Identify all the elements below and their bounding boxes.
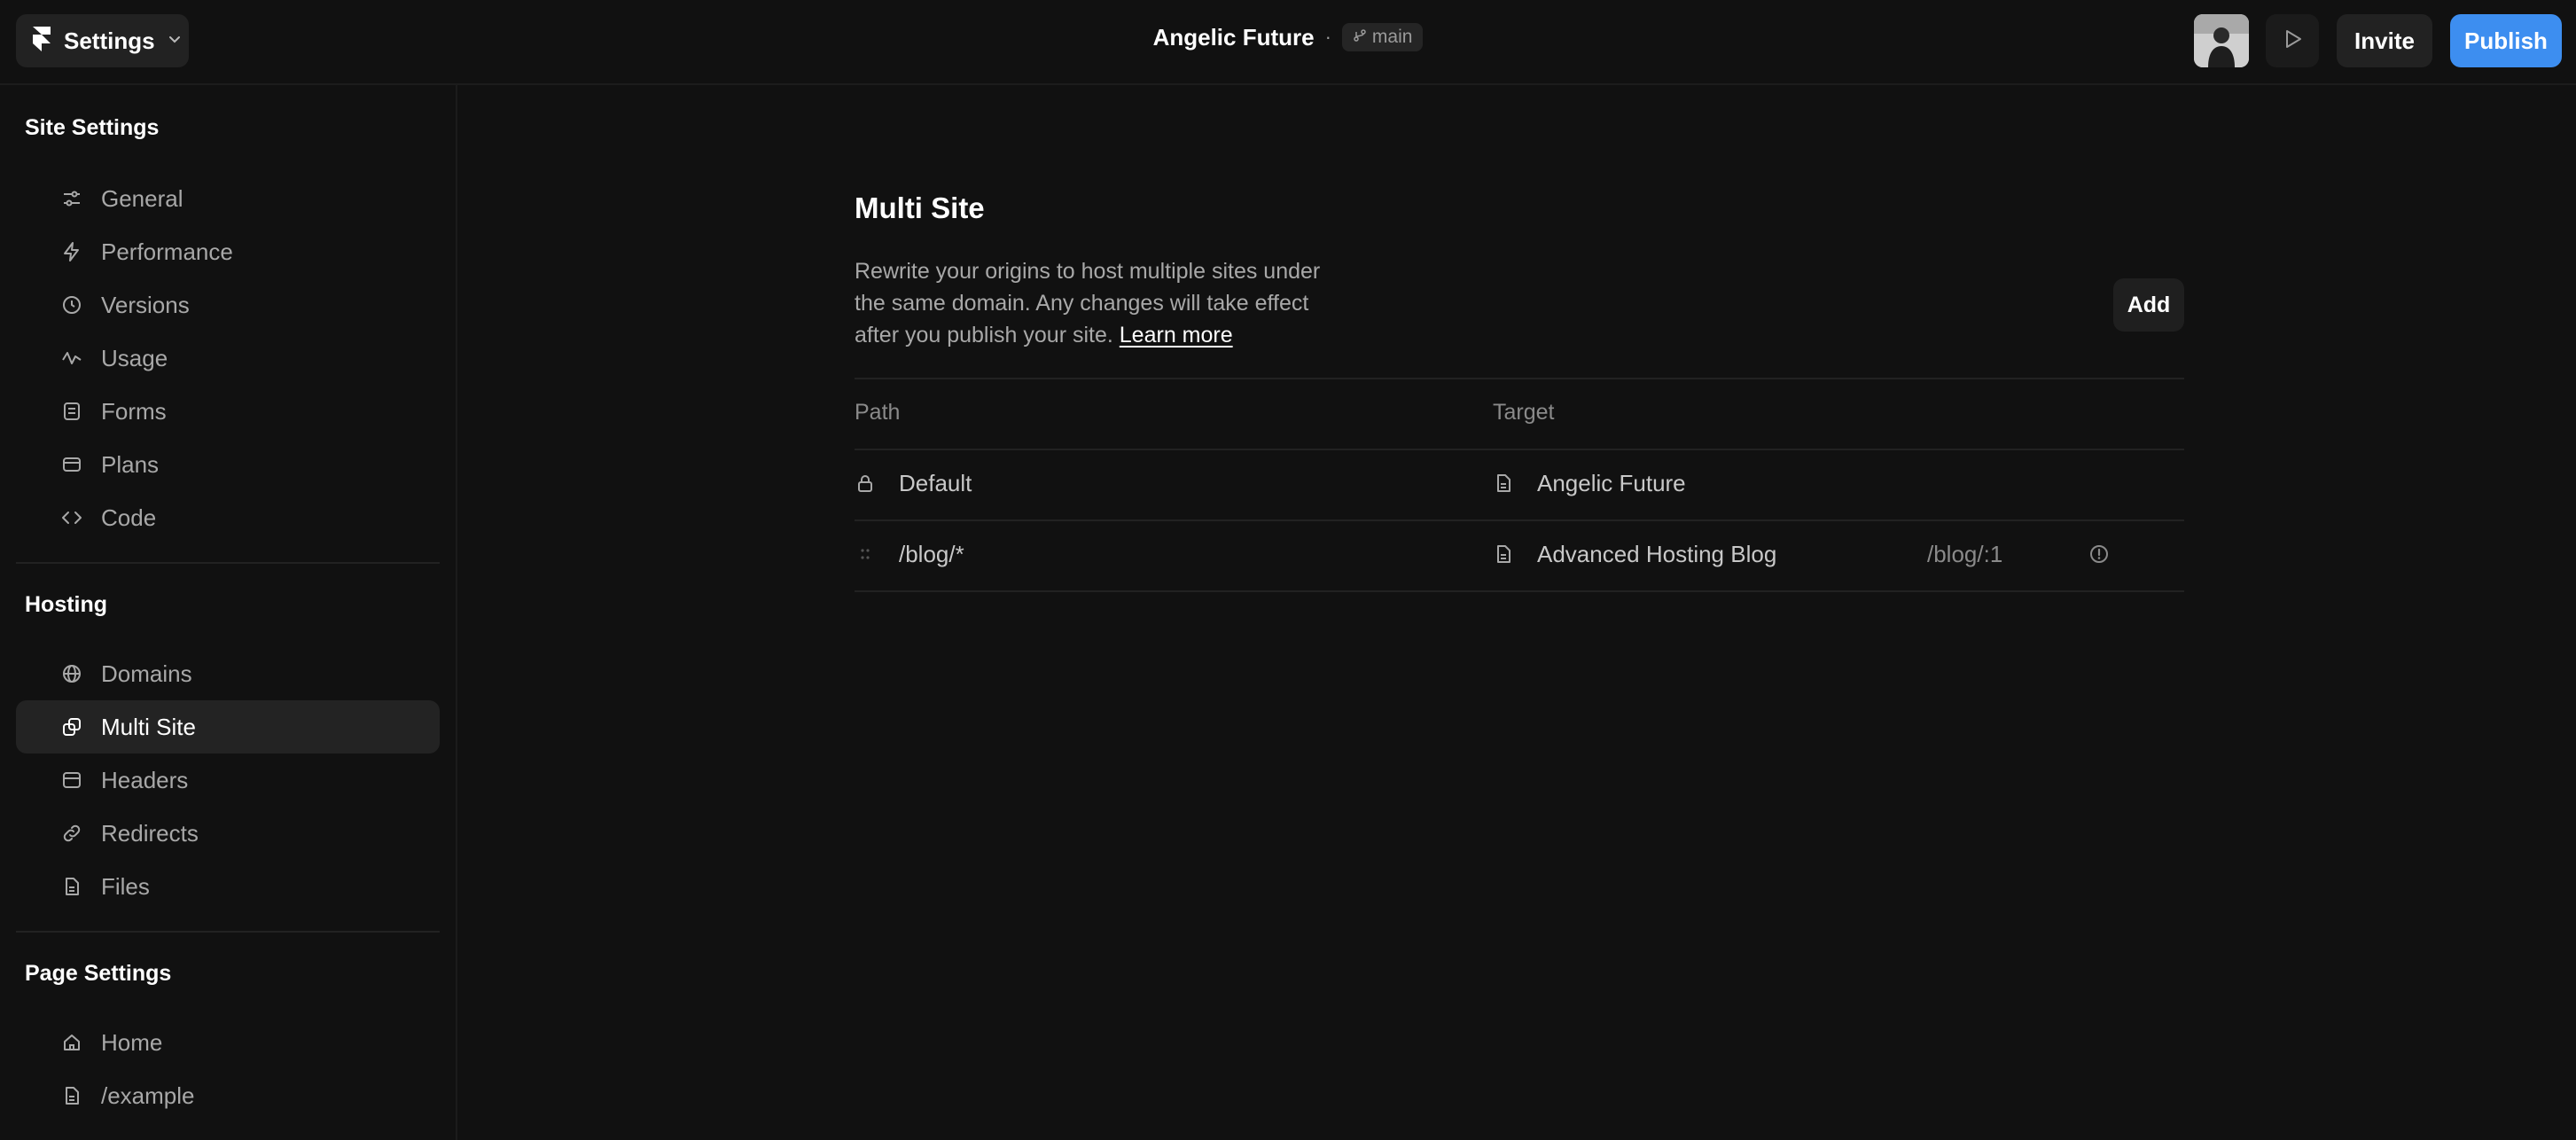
sidebar-item-versions[interactable]: Versions — [16, 278, 440, 332]
sidebar-item-label: Performance — [101, 238, 233, 265]
project-title-bar: Angelic Future · main — [0, 23, 2576, 51]
rewrite-value: /blog/:1 — [1927, 540, 2003, 567]
sidebar-item-label: Versions — [101, 291, 190, 318]
main-content: Multi Site Rewrite your origins to host … — [457, 85, 2576, 1140]
sidebar-item-redirects[interactable]: Redirects — [16, 807, 440, 860]
sidebar-item-plans[interactable]: Plans — [16, 438, 440, 491]
section-title-hosting: Hosting — [25, 592, 108, 617]
git-branch-icon — [1353, 27, 1367, 48]
copy-icon — [60, 715, 83, 738]
sidebar-item-label: Multi Site — [101, 713, 196, 740]
sidebar-item-domains[interactable]: Domains — [16, 647, 440, 700]
table-row-target[interactable]: Advanced Hosting Blog — [1493, 527, 1776, 582]
path-value: Default — [899, 469, 972, 496]
branch-name: main — [1371, 27, 1413, 47]
lock-icon — [855, 472, 876, 494]
sidebar-item-files[interactable]: Files — [16, 860, 440, 913]
preview-button[interactable] — [2266, 14, 2319, 67]
activity-icon — [60, 347, 83, 370]
learn-more-link[interactable]: Learn more — [1120, 323, 1233, 347]
status-indicator[interactable] — [2088, 527, 2133, 582]
target-value: Angelic Future — [1537, 469, 1686, 496]
sidebar-item-label: Domains — [101, 660, 192, 687]
branch-badge[interactable]: main — [1341, 23, 1424, 51]
globe-icon — [60, 662, 83, 685]
sidebar-item-label: Redirects — [101, 819, 199, 847]
card-icon — [60, 453, 83, 476]
sidebar-item-label: General — [101, 184, 183, 212]
home-icon — [60, 1031, 83, 1054]
table-row-path[interactable]: /blog/* — [855, 527, 964, 582]
top-bar: Settings Angelic Future · main Invite Pu… — [0, 0, 2576, 85]
bolt-icon — [60, 240, 83, 263]
project-name[interactable]: Angelic Future — [1153, 24, 1315, 51]
sidebar-item-label: Home — [101, 1028, 163, 1056]
file-icon — [1493, 472, 1514, 494]
table-row-path[interactable]: Default — [855, 456, 972, 511]
sidebar-item-multi-site[interactable]: Multi Site — [16, 700, 440, 753]
table-divider — [855, 449, 2184, 450]
sidebar-item-label: Usage — [101, 344, 168, 371]
sidebar-item-forms[interactable]: Forms — [16, 385, 440, 438]
header-icon — [60, 769, 83, 792]
file-icon — [1493, 543, 1514, 565]
sidebar-item-label: Forms — [101, 397, 167, 425]
sliders-icon — [60, 187, 83, 210]
sidebar-divider — [16, 931, 440, 933]
table-divider — [855, 590, 2184, 592]
target-value: Advanced Hosting Blog — [1537, 540, 1777, 567]
sidebar-item-label: /example — [101, 1081, 195, 1109]
table-row-target[interactable]: Angelic Future — [1493, 456, 1686, 511]
form-icon — [60, 400, 83, 423]
title-separator: · — [1324, 26, 1331, 48]
avatar[interactable] — [2194, 14, 2249, 67]
invite-button[interactable]: Invite — [2337, 14, 2432, 67]
sidebar-item-example[interactable]: /example — [16, 1069, 440, 1122]
settings-sidebar: Site Settings General Performance Versio… — [0, 85, 457, 1140]
table-divider — [855, 519, 2184, 521]
table-divider — [855, 378, 2184, 379]
sidebar-item-home[interactable]: Home — [16, 1016, 440, 1069]
column-header-target: Target — [1493, 400, 1555, 425]
warning-circle-icon — [2088, 543, 2110, 565]
description-text: Rewrite your origins to host multiple si… — [855, 259, 1321, 347]
column-header-path: Path — [855, 400, 901, 425]
play-icon — [2280, 27, 2305, 56]
publish-button[interactable]: Publish — [2450, 14, 2562, 67]
section-title-page-settings: Page Settings — [25, 961, 172, 986]
sidebar-item-headers[interactable]: Headers — [16, 753, 440, 807]
drag-handle-icon[interactable] — [855, 543, 876, 565]
file-icon — [60, 875, 83, 898]
sidebar-item-usage[interactable]: Usage — [16, 332, 440, 385]
link-icon — [60, 822, 83, 845]
sidebar-divider — [16, 562, 440, 564]
add-button[interactable]: Add — [2113, 278, 2184, 332]
sidebar-item-label: Code — [101, 504, 157, 531]
sidebar-item-label: Headers — [101, 766, 189, 793]
file-icon — [60, 1084, 83, 1107]
page-title: Multi Site — [855, 191, 985, 224]
page-description: Rewrite your origins to host multiple si… — [855, 255, 1351, 351]
sidebar-item-performance[interactable]: Performance — [16, 225, 440, 278]
sidebar-item-label: Plans — [101, 450, 160, 478]
sidebar-item-code[interactable]: Code — [16, 491, 440, 544]
code-icon — [60, 506, 83, 529]
path-value: /blog/* — [899, 540, 964, 567]
clock-icon — [60, 293, 83, 316]
section-title-site-settings: Site Settings — [25, 115, 160, 140]
sidebar-item-general[interactable]: General — [16, 172, 440, 225]
sidebar-item-label: Files — [101, 872, 150, 900]
